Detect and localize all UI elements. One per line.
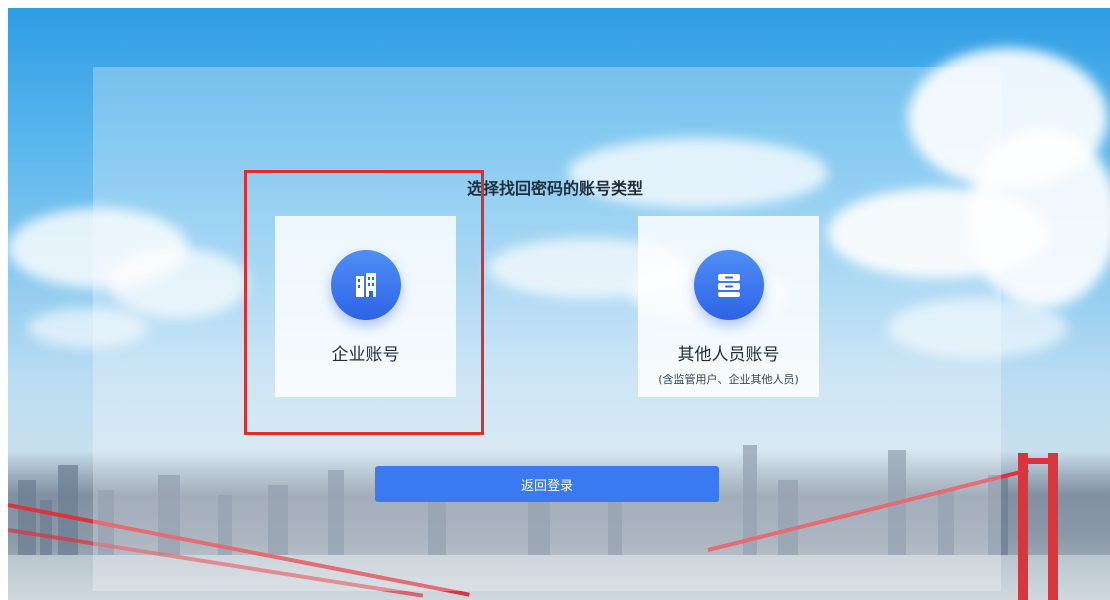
other-account-subtitle: (含监管用户、企业其他人员) [658, 373, 799, 386]
content-panel [93, 67, 1001, 591]
back-to-login-button[interactable]: 返回登录 [375, 466, 719, 502]
archive-cabinet-icon [693, 250, 764, 320]
other-account-card[interactable]: 其他人员账号 (含监管用户、企业其他人员) [638, 216, 819, 397]
building-icon [330, 250, 401, 320]
enterprise-account-label: 企业账号 [331, 345, 400, 365]
page-title: 选择找回密码的账号类型 [466, 179, 643, 198]
enterprise-account-card[interactable]: 企业账号 [275, 216, 456, 397]
other-account-label: 其他人员账号 [677, 345, 780, 365]
